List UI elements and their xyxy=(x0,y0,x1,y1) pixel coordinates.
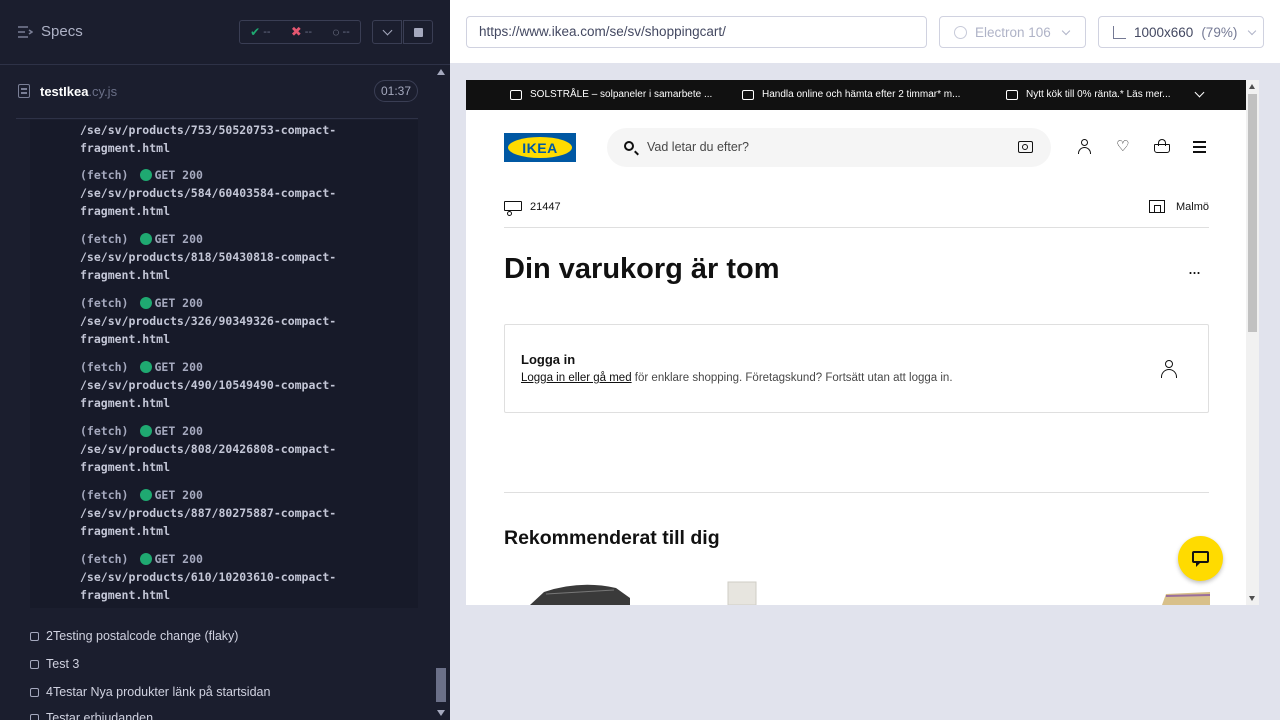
more-options-button[interactable]: ... xyxy=(1188,259,1201,277)
divider xyxy=(504,492,1209,493)
product-image[interactable] xyxy=(1162,580,1210,605)
login-title: Logga in xyxy=(521,352,576,367)
promo-item[interactable]: Handla online och hämta efter 2 timmar* … xyxy=(742,89,960,100)
log-entry[interactable]: (fetch) GET 200 /se/sv/products/808/20426… xyxy=(80,422,336,476)
test-stats: ✔ -- ✖ -- ◌ -- xyxy=(239,20,361,44)
search-icon xyxy=(624,141,634,151)
spinner-icon: ◌ xyxy=(332,25,340,39)
truck-icon xyxy=(504,201,522,216)
specs-toggle[interactable]: Specs xyxy=(17,23,83,40)
viewport-selector[interactable]: 1000x660 (79%) xyxy=(1098,16,1264,48)
stop-icon xyxy=(413,27,423,37)
log-entry[interactable]: (fetch) GET 200 /se/sv/products/584/60403… xyxy=(80,166,336,220)
app-under-test-frame: SOLSTRÅLE – solpaneler i samarbete ... H… xyxy=(466,80,1259,605)
reporter-panel: Specs ✔ -- ✖ -- ◌ -- testIkea.cy.js 01:37 /… xyxy=(0,0,450,720)
status-dot xyxy=(140,425,153,437)
promo-item[interactable]: Nytt kök till 0% ränta.* Läs mer... xyxy=(1006,89,1171,100)
solar-panel-icon xyxy=(510,89,522,100)
file-icon xyxy=(18,84,30,98)
heart-icon[interactable]: ♡ xyxy=(1116,139,1132,155)
url-bar[interactable]: https://www.ikea.com/se/sv/shoppingcart/ xyxy=(466,16,927,48)
log-entry[interactable]: (fetch) GET 200 /se/sv/products/887/80275… xyxy=(80,486,336,540)
page-scrollbar[interactable] xyxy=(1246,80,1259,605)
cross-icon: ✖ xyxy=(290,24,302,39)
spec-file-name: testIkea.cy.js xyxy=(40,84,118,99)
log-entry[interactable]: (fetch) GET 200 /se/sv/products/490/10549… xyxy=(80,358,336,412)
test-status-icon xyxy=(30,631,39,641)
store-icon xyxy=(1149,200,1165,213)
promo-bar: SOLSTRÅLE – solpaneler i samarbete ... H… xyxy=(466,80,1246,110)
basket-icon[interactable] xyxy=(1154,139,1170,155)
promo-item[interactable]: SOLSTRÅLE – solpaneler i samarbete ... xyxy=(510,89,712,100)
test-status-icon xyxy=(30,687,39,697)
scroll-thumb[interactable] xyxy=(1248,94,1257,332)
chevron-down-icon[interactable] xyxy=(1194,87,1205,98)
page-title: Din varukorg är tom xyxy=(504,253,780,285)
browser-topbar: https://www.ikea.com/se/sv/shoppingcart/… xyxy=(450,0,1280,64)
status-dot xyxy=(140,489,153,501)
product-image[interactable] xyxy=(530,580,630,605)
chevron-down-icon xyxy=(382,25,392,36)
status-dot xyxy=(140,169,153,181)
reporter-scrollbar[interactable] xyxy=(433,65,449,720)
status-dot xyxy=(140,233,153,245)
test-item[interactable]: 2Testing postalcode change (flaky) xyxy=(30,629,238,643)
status-dot xyxy=(140,361,153,373)
passed-stat: ✔ -- xyxy=(250,25,271,39)
store-button[interactable]: Malmö xyxy=(1176,201,1209,213)
stop-button[interactable] xyxy=(403,20,433,44)
test-item[interactable]: Test 3 xyxy=(30,657,79,671)
test-item[interactable]: 4Testar Nya produkter länk på startsidan xyxy=(30,685,270,699)
chevron-down-icon xyxy=(1248,26,1257,35)
command-log: /se/sv/products/753/50520753-compact- fr… xyxy=(30,120,418,608)
specs-list-icon xyxy=(18,25,33,38)
menu-icon[interactable] xyxy=(1192,139,1208,155)
chat-bubble-icon xyxy=(1192,551,1209,567)
scroll-down-icon[interactable] xyxy=(437,710,445,716)
spec-file-header[interactable]: testIkea.cy.js 01:37 xyxy=(16,65,418,119)
product-image[interactable] xyxy=(724,580,760,605)
ruler-icon xyxy=(1113,25,1126,39)
ikea-logo[interactable]: IKEA xyxy=(504,133,576,162)
delivery-row: 21447 Malmö xyxy=(504,198,1209,228)
store-icon xyxy=(742,89,754,100)
camera-icon[interactable] xyxy=(1018,141,1033,153)
login-link[interactable]: Logga in eller gå med xyxy=(521,372,632,384)
electron-icon xyxy=(954,25,967,39)
login-card: Logga in Logga in eller gå med för enkla… xyxy=(504,324,1209,413)
log-entry[interactable]: (fetch) GET 200 /se/sv/products/818/50430… xyxy=(80,230,336,284)
check-icon: ✔ xyxy=(250,25,261,39)
user-icon[interactable] xyxy=(1160,360,1178,378)
kitchen-icon xyxy=(1006,89,1018,100)
user-icon[interactable] xyxy=(1077,139,1093,155)
recommendations-title: Rekommenderat till dig xyxy=(504,527,720,549)
spec-duration: 01:37 xyxy=(373,80,418,102)
log-entry[interactable]: /se/sv/products/753/50520753-compact- fr… xyxy=(80,121,336,157)
scroll-down-icon[interactable] xyxy=(1249,596,1255,601)
login-text: Logga in eller gå med för enklare shoppi… xyxy=(521,372,953,384)
expand-button[interactable] xyxy=(372,20,402,44)
browser-selector[interactable]: Electron 106 xyxy=(939,16,1086,48)
reporter-header: Specs ✔ -- ✖ -- ◌ -- xyxy=(0,0,450,65)
specs-label: Specs xyxy=(41,23,83,40)
status-dot xyxy=(140,297,153,309)
failed-stat: ✖ -- xyxy=(290,24,313,39)
log-entry[interactable]: (fetch) GET 200 /se/sv/products/326/90349… xyxy=(80,294,336,348)
status-dot xyxy=(140,553,153,565)
test-status-icon xyxy=(30,659,39,669)
test-item[interactable]: Testar erbjudanden xyxy=(30,711,153,720)
scroll-thumb[interactable] xyxy=(436,668,446,702)
chevron-down-icon xyxy=(1061,26,1071,35)
chat-button[interactable] xyxy=(1178,536,1223,581)
postal-code-button[interactable]: 21447 xyxy=(530,201,561,213)
scroll-up-icon[interactable] xyxy=(437,69,445,75)
search-input[interactable]: Vad letar du efter? xyxy=(607,128,1051,167)
log-entry[interactable]: (fetch) GET 200 /se/sv/products/610/10203… xyxy=(80,550,336,604)
test-status-icon xyxy=(30,713,39,720)
pending-stat: ◌ -- xyxy=(332,25,350,39)
scroll-up-icon[interactable] xyxy=(1249,84,1255,89)
